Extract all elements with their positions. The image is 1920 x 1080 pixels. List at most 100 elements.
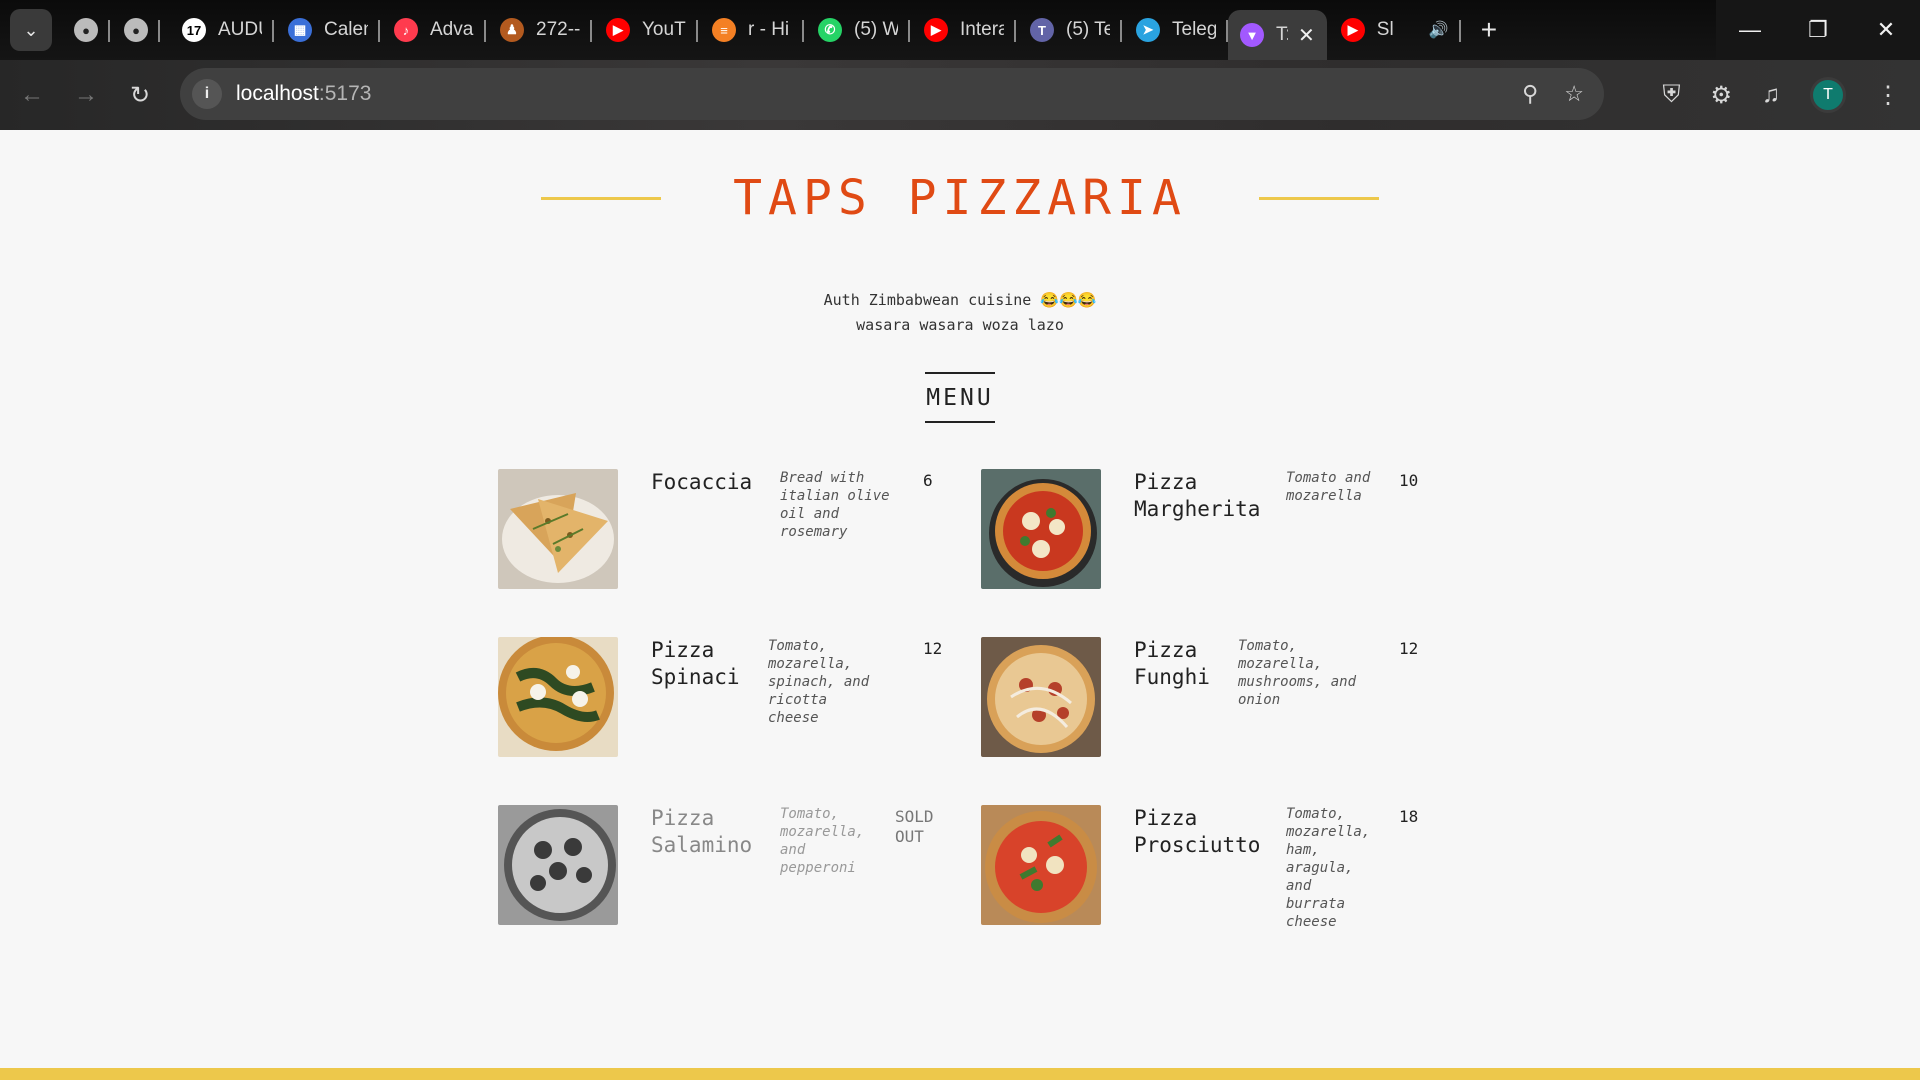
tagline: Auth Zimbabwean cuisine 😂😂😂 wasara wasar…: [0, 288, 1920, 338]
menu-item-price: 12: [1399, 639, 1419, 658]
youtube-icon: ▶: [924, 18, 948, 42]
header-right-line: [1258, 196, 1379, 200]
tab-title: T:: [1276, 24, 1288, 45]
menu-item-name: Pizza Funghi: [1134, 638, 1210, 689]
page-header: TAPS PIZZARIA: [0, 170, 1920, 226]
menu-heading: MENU: [925, 372, 995, 423]
stack-icon: ≡: [712, 18, 736, 42]
bookmark-star-icon[interactable]: ☆: [1564, 81, 1584, 107]
vite-icon: ▼: [1240, 23, 1264, 47]
menu-item-image: [498, 805, 618, 925]
menu-item-price: 18: [1399, 807, 1419, 826]
url-text: localhost:5173: [236, 82, 372, 105]
zoom-icon[interactable]: ⚲: [1522, 81, 1538, 107]
browser-tab[interactable]: ✆ (5) W: [804, 0, 910, 60]
tab-title: AUDU: [218, 19, 262, 40]
menu-item-description: Bread with italian olive oil and rosemar…: [780, 470, 890, 540]
tab-title: Calen: [324, 19, 368, 40]
forward-button[interactable]: →: [64, 73, 108, 117]
menu-item-description: Tomato, mozarella, and pepperoni: [780, 806, 865, 876]
tab-globe-1[interactable]: ●: [60, 0, 110, 60]
tagline-line-2: wasara wasara woza lazo: [856, 316, 1064, 334]
menu-item-description: Tomato, mozarella, ham, aragula, and bur…: [1286, 806, 1371, 930]
menu-item-price: 6: [923, 471, 933, 490]
tradingview-icon: 17: [182, 18, 206, 42]
page-title: TAPS PIZZARIA: [733, 170, 1187, 226]
browser-tab[interactable]: ▶ YouTu: [592, 0, 698, 60]
close-tab-icon[interactable]: ✕: [1298, 23, 1315, 48]
tab-title: r - Hi: [748, 19, 790, 40]
menu-item-price: 12: [923, 639, 943, 658]
teams-icon: T: [1030, 18, 1054, 42]
menu-item: Pizza Salamino Tomato, mozarella, and pep…: [498, 805, 958, 935]
browser-tab[interactable]: ♪ Advar: [380, 0, 486, 60]
globe-icon: ●: [74, 18, 98, 42]
menu-item: Pizza Prosciutto Tomato, mozarella, ham, …: [981, 805, 1441, 935]
globe-icon: ●: [124, 18, 148, 42]
menu-item-description: Tomato and mozarella: [1286, 470, 1371, 504]
media-control-icon[interactable]: ♫: [1762, 81, 1780, 109]
menu-item-description: Tomato, mozarella, mushrooms, and onion: [1238, 638, 1357, 708]
browser-tab[interactable]: 17 AUDU: [168, 0, 274, 60]
browser-tab[interactable]: ➤ Teleg: [1122, 0, 1228, 60]
browser-tab[interactable]: ▶ Intera: [910, 0, 1016, 60]
menu-item-price: 10: [1399, 471, 1419, 490]
browser-tab[interactable]: ▶ Sl 🔊: [1327, 0, 1461, 60]
menu-item: Pizza Funghi Tomato, mozarella, mushrooms…: [981, 637, 1441, 767]
tab-title: 272--: [536, 19, 580, 40]
tab-list-titled: 17 AUDU ▦ Calen ♪ Advar ♟ 272-- ▶ YouTu ≡ r - Hi ✆ (5…: [168, 0, 1461, 60]
menu-item-image: [981, 469, 1101, 589]
tab-title: YouTu: [642, 19, 686, 40]
browser-toolbar: ← → ↻ i localhost:5173 ⚲ ☆ ⛨ ⚙ ♫ T ⋮: [0, 60, 1920, 130]
close-window-button[interactable]: ✕: [1852, 0, 1920, 60]
menu-item-image: [498, 469, 618, 589]
footer-bar: [0, 1068, 1920, 1080]
site-info-icon[interactable]: i: [192, 79, 222, 109]
person-icon: ♟: [500, 18, 524, 42]
restore-button[interactable]: ❐: [1784, 0, 1852, 60]
minimize-button[interactable]: —: [1716, 0, 1784, 60]
browser-tab[interactable]: ≡ r - Hi: [698, 0, 804, 60]
tab-title: Sl: [1376, 19, 1394, 40]
tab-list: ● ●: [60, 0, 160, 60]
browser-tab[interactable]: ♟ 272--: [486, 0, 592, 60]
menu-item-description: Tomato, mozarella, spinach, and ricotta …: [768, 638, 870, 726]
menu-item-name: Focaccia: [651, 470, 753, 494]
menu-item-image: [981, 805, 1101, 925]
window-controls: — ❐ ✕: [1716, 0, 1920, 60]
tab-title: Intera: [960, 19, 1004, 40]
whatsapp-icon: ✆: [818, 18, 842, 42]
music-icon: ♪: [394, 18, 418, 42]
browser-tab-strip: ⌄ ● ● 17 AUDU ▦ Calen ♪ Advar ♟ 272-- ▶ YouTu ≡ r -…: [0, 0, 1920, 60]
menu-item: Pizza Margherita Tomato and mozarella 10: [981, 469, 1441, 599]
sold-out-label: SOLD OUT: [895, 807, 934, 846]
tab-search-button[interactable]: ⌄: [10, 9, 52, 51]
menu-item: Focaccia Bread with italian olive oil and…: [498, 469, 958, 599]
profile-avatar[interactable]: T: [1810, 77, 1846, 113]
chevron-down-icon: ⌄: [23, 19, 39, 40]
tagline-line-1: Auth Zimbabwean cuisine 😂😂😂: [823, 291, 1097, 309]
extensions-puzzle-icon[interactable]: ⚙: [1710, 81, 1732, 110]
audio-playing-icon[interactable]: 🔊: [1429, 20, 1449, 40]
reload-button[interactable]: ↻: [118, 73, 162, 117]
browser-tab[interactable]: T (5) Te: [1016, 0, 1122, 60]
menu-item-name: Pizza Spinaci: [651, 638, 740, 689]
ublock-shield-icon[interactable]: ⛨: [1662, 81, 1680, 109]
menu-item-image: [981, 637, 1101, 757]
menu-item-name: Pizza Margherita: [1134, 470, 1261, 521]
tab-title: (5) W: [854, 19, 898, 40]
browser-tab[interactable]: ▦ Calen: [274, 0, 380, 60]
address-bar[interactable]: i localhost:5173 ⚲ ☆: [180, 68, 1604, 120]
more-menu-icon[interactable]: ⋮: [1876, 81, 1900, 110]
new-tab-button[interactable]: +: [1481, 14, 1497, 46]
telegram-icon: ➤: [1136, 18, 1160, 42]
calendar-icon: ▦: [288, 18, 312, 42]
tab-title: Teleg: [1172, 19, 1216, 40]
tab-title: (5) Te: [1066, 19, 1110, 40]
tab-globe-2[interactable]: ●: [110, 0, 160, 60]
youtube-icon: ▶: [606, 18, 630, 42]
menu-item: Pizza Spinaci Tomato, mozarella, spinach,…: [498, 637, 958, 767]
browser-tab[interactable]: ▼ T: ✕: [1228, 10, 1327, 60]
menu-item-name: Pizza Salamino: [651, 806, 753, 857]
back-button[interactable]: ←: [10, 73, 54, 117]
